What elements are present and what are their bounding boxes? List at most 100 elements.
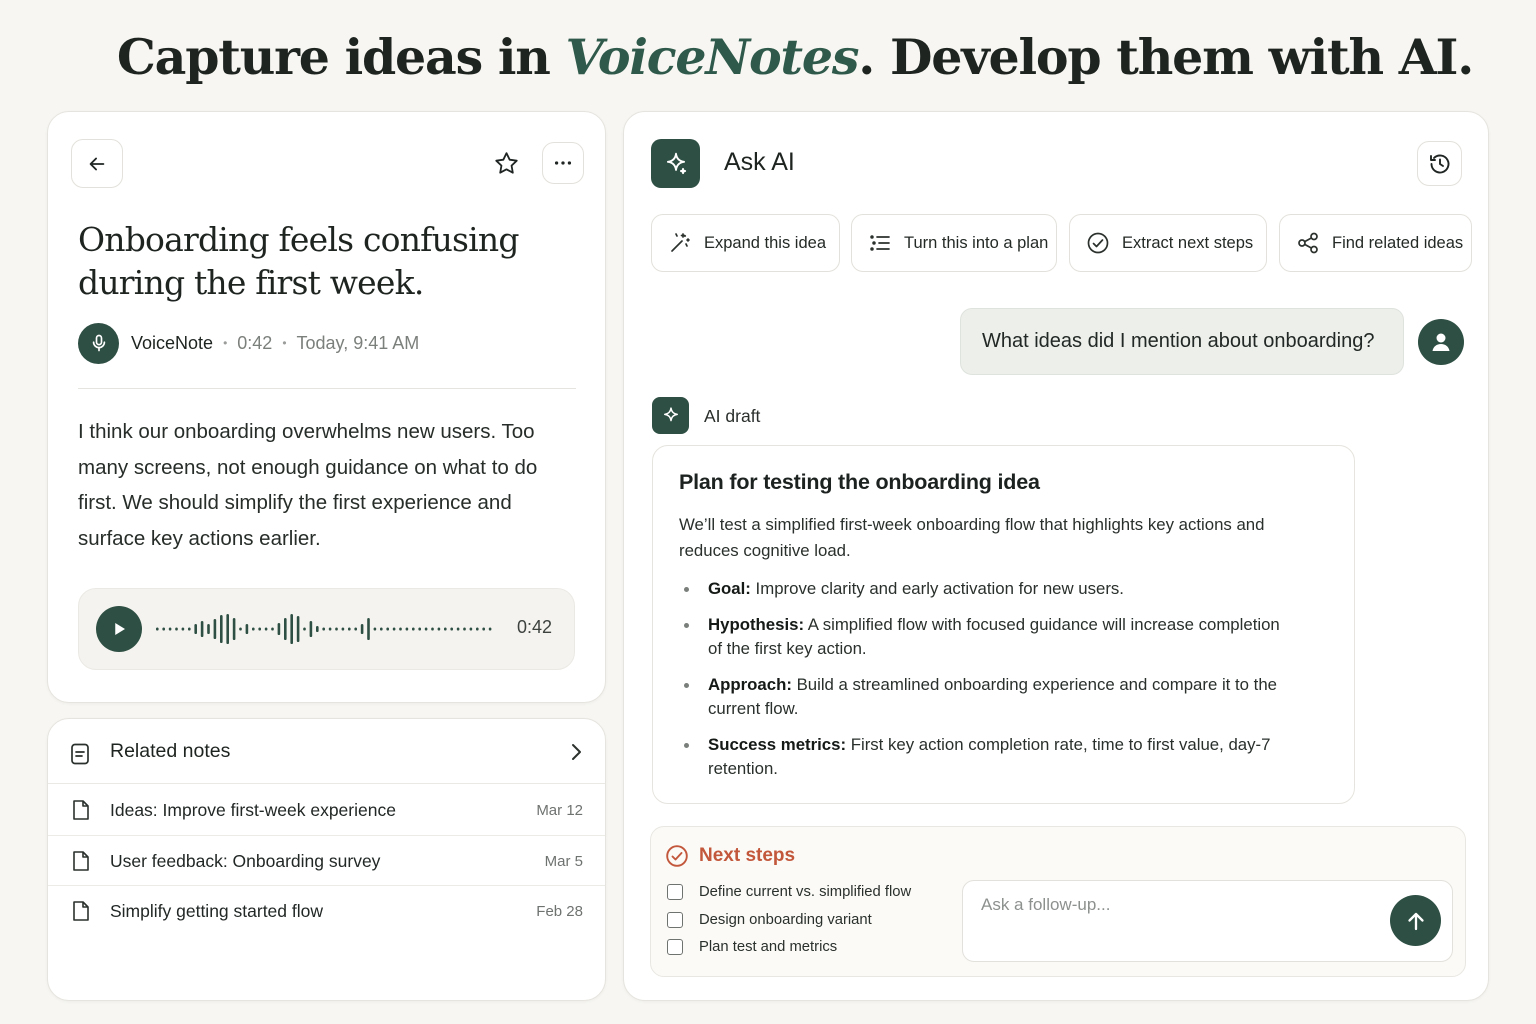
- waveform-bar: [181, 627, 185, 631]
- waveform-bar: [373, 627, 377, 631]
- microphone-icon: [92, 334, 105, 352]
- waveform-bar: [328, 627, 332, 631]
- waveform-bar: [418, 627, 421, 631]
- waveform-bar: [271, 627, 274, 631]
- waveform-bar: [194, 624, 197, 634]
- next-steps-card: Next steps Define current vs. simplified…: [650, 826, 1466, 977]
- bullet-term: Success metrics:: [708, 734, 847, 754]
- follow-up-input[interactable]: [981, 895, 1371, 915]
- waveform-bar: [412, 627, 415, 631]
- favorite-button[interactable]: [488, 142, 524, 184]
- document-icon: [73, 800, 89, 820]
- chevron-right-icon[interactable]: [569, 743, 583, 761]
- waveform-bar: [303, 627, 306, 631]
- play-button[interactable]: [96, 606, 142, 652]
- waveform-bar: [226, 614, 229, 644]
- check-circle-icon: [1087, 232, 1109, 254]
- waveform-bar: [207, 624, 210, 634]
- checkbox[interactable]: [667, 939, 683, 955]
- related-note-item[interactable]: User feedback: Onboarding survey Mar 5: [48, 836, 605, 886]
- next-steps-title: Next steps: [699, 845, 796, 866]
- waveform-bar: [392, 627, 396, 631]
- waveform-bar: [360, 624, 364, 634]
- magic-wand-icon: [671, 233, 690, 252]
- check-circle-icon: [666, 845, 688, 867]
- bullet-term: Hypothesis:: [708, 614, 805, 634]
- follow-up-box: [962, 880, 1453, 962]
- note-title: Onboarding feels confusing during the fi…: [78, 220, 519, 302]
- list-icon: [870, 235, 890, 251]
- extract-next-steps-button[interactable]: Extract next steps: [1069, 214, 1267, 272]
- history-icon: [1429, 154, 1449, 173]
- voice-note-card: Onboarding feels confusing during the fi…: [47, 111, 606, 703]
- headline-text: Capture ideas in: [116, 28, 566, 86]
- waveform-bar: [264, 627, 268, 631]
- next-step-item[interactable]: Plan test and metrics: [667, 939, 837, 955]
- related-notes-card: Related notes Ideas: Improve first-week …: [47, 718, 606, 1001]
- waveform-bar: [188, 627, 191, 631]
- history-button[interactable]: [1417, 141, 1462, 186]
- waveform-bar: [437, 627, 441, 631]
- related-note-date: Mar 12: [536, 801, 583, 819]
- note-meta: VoiceNote • 0:42 • Today, 9:41 AM: [78, 322, 419, 364]
- checkbox[interactable]: [667, 912, 683, 928]
- next-step-item[interactable]: Define current vs. simplified flow: [667, 884, 911, 900]
- checkbox[interactable]: [667, 884, 683, 900]
- next-steps-header: Next steps: [665, 844, 795, 868]
- waveform-bar: [450, 627, 453, 631]
- turn-into-plan-button[interactable]: Turn this into a plan: [851, 214, 1057, 272]
- waveform-bar: [162, 627, 165, 631]
- waveform-bar: [239, 627, 242, 631]
- expand-idea-button[interactable]: Expand this idea: [651, 214, 840, 272]
- next-step-item[interactable]: Design onboarding variant: [667, 912, 872, 928]
- related-note-item[interactable]: Ideas: Improve first-week experience Mar…: [48, 785, 605, 835]
- waveform-bar: [168, 627, 172, 631]
- waveform-bar: [290, 614, 293, 644]
- play-icon: [115, 623, 125, 635]
- draft-bullet: Approach: Build a streamlined onboarding…: [679, 673, 1289, 722]
- waveform-bar: [405, 627, 409, 631]
- waveform-bar: [156, 627, 159, 631]
- waveform-bar: [335, 627, 338, 631]
- waveform-bar: [200, 621, 204, 637]
- bullet-text: Build a streamlined onboarding experienc…: [708, 674, 1277, 719]
- draft-intro: We’ll test a simplified first-week onboa…: [679, 515, 1265, 560]
- back-button[interactable]: [71, 139, 123, 188]
- related-note-date: Feb 28: [536, 902, 583, 920]
- more-horizontal-icon: [554, 161, 572, 165]
- star-icon: [494, 151, 518, 174]
- chip-label: Expand this idea: [704, 233, 827, 252]
- find-related-ideas-button[interactable]: Find related ideas: [1279, 214, 1472, 272]
- waveform-bar: [444, 627, 447, 631]
- related-note-name: User feedback: Onboarding survey: [110, 850, 381, 871]
- bullet-term: Goal:: [708, 579, 751, 598]
- sparkle-icon: [666, 152, 686, 174]
- waveform-bar: [367, 618, 370, 640]
- audio-player: 0:42: [78, 588, 575, 670]
- related-note-item[interactable]: Simplify getting started flow Feb 28: [48, 886, 605, 936]
- note-duration: 0:42: [237, 332, 273, 353]
- note-transcript: I think our onboarding overwhelms new us…: [78, 420, 538, 550]
- headline-text-end: . Develop them with AI.: [858, 28, 1474, 86]
- draft-bullets: Goal: Improve clarity and early activati…: [679, 577, 1289, 782]
- more-options-button[interactable]: [542, 142, 584, 184]
- headline-accent: VoiceNotes: [565, 28, 860, 86]
- waveform-bar: [245, 624, 249, 634]
- waveform-bar: [380, 627, 383, 631]
- waveform-bar: [277, 623, 281, 635]
- send-button[interactable]: [1390, 895, 1441, 946]
- waveform-bar: [316, 626, 319, 632]
- waveform-bar: [399, 627, 402, 631]
- ai-logo: [651, 139, 700, 188]
- share-nodes-icon: [1298, 232, 1318, 254]
- next-step-label: Design onboarding variant: [699, 912, 872, 928]
- note-source: VoiceNote: [131, 332, 214, 353]
- related-notes-header[interactable]: Related notes: [48, 719, 605, 784]
- audio-waveform[interactable]: [156, 609, 498, 649]
- waveform-bar: [476, 627, 479, 631]
- user-avatar[interactable]: [1418, 319, 1464, 365]
- chip-label: Turn this into a plan: [904, 233, 1049, 252]
- separator-dot: •: [223, 336, 228, 350]
- draft-bullet: Success metrics: First key action comple…: [679, 733, 1289, 782]
- waveform-bar: [309, 621, 313, 637]
